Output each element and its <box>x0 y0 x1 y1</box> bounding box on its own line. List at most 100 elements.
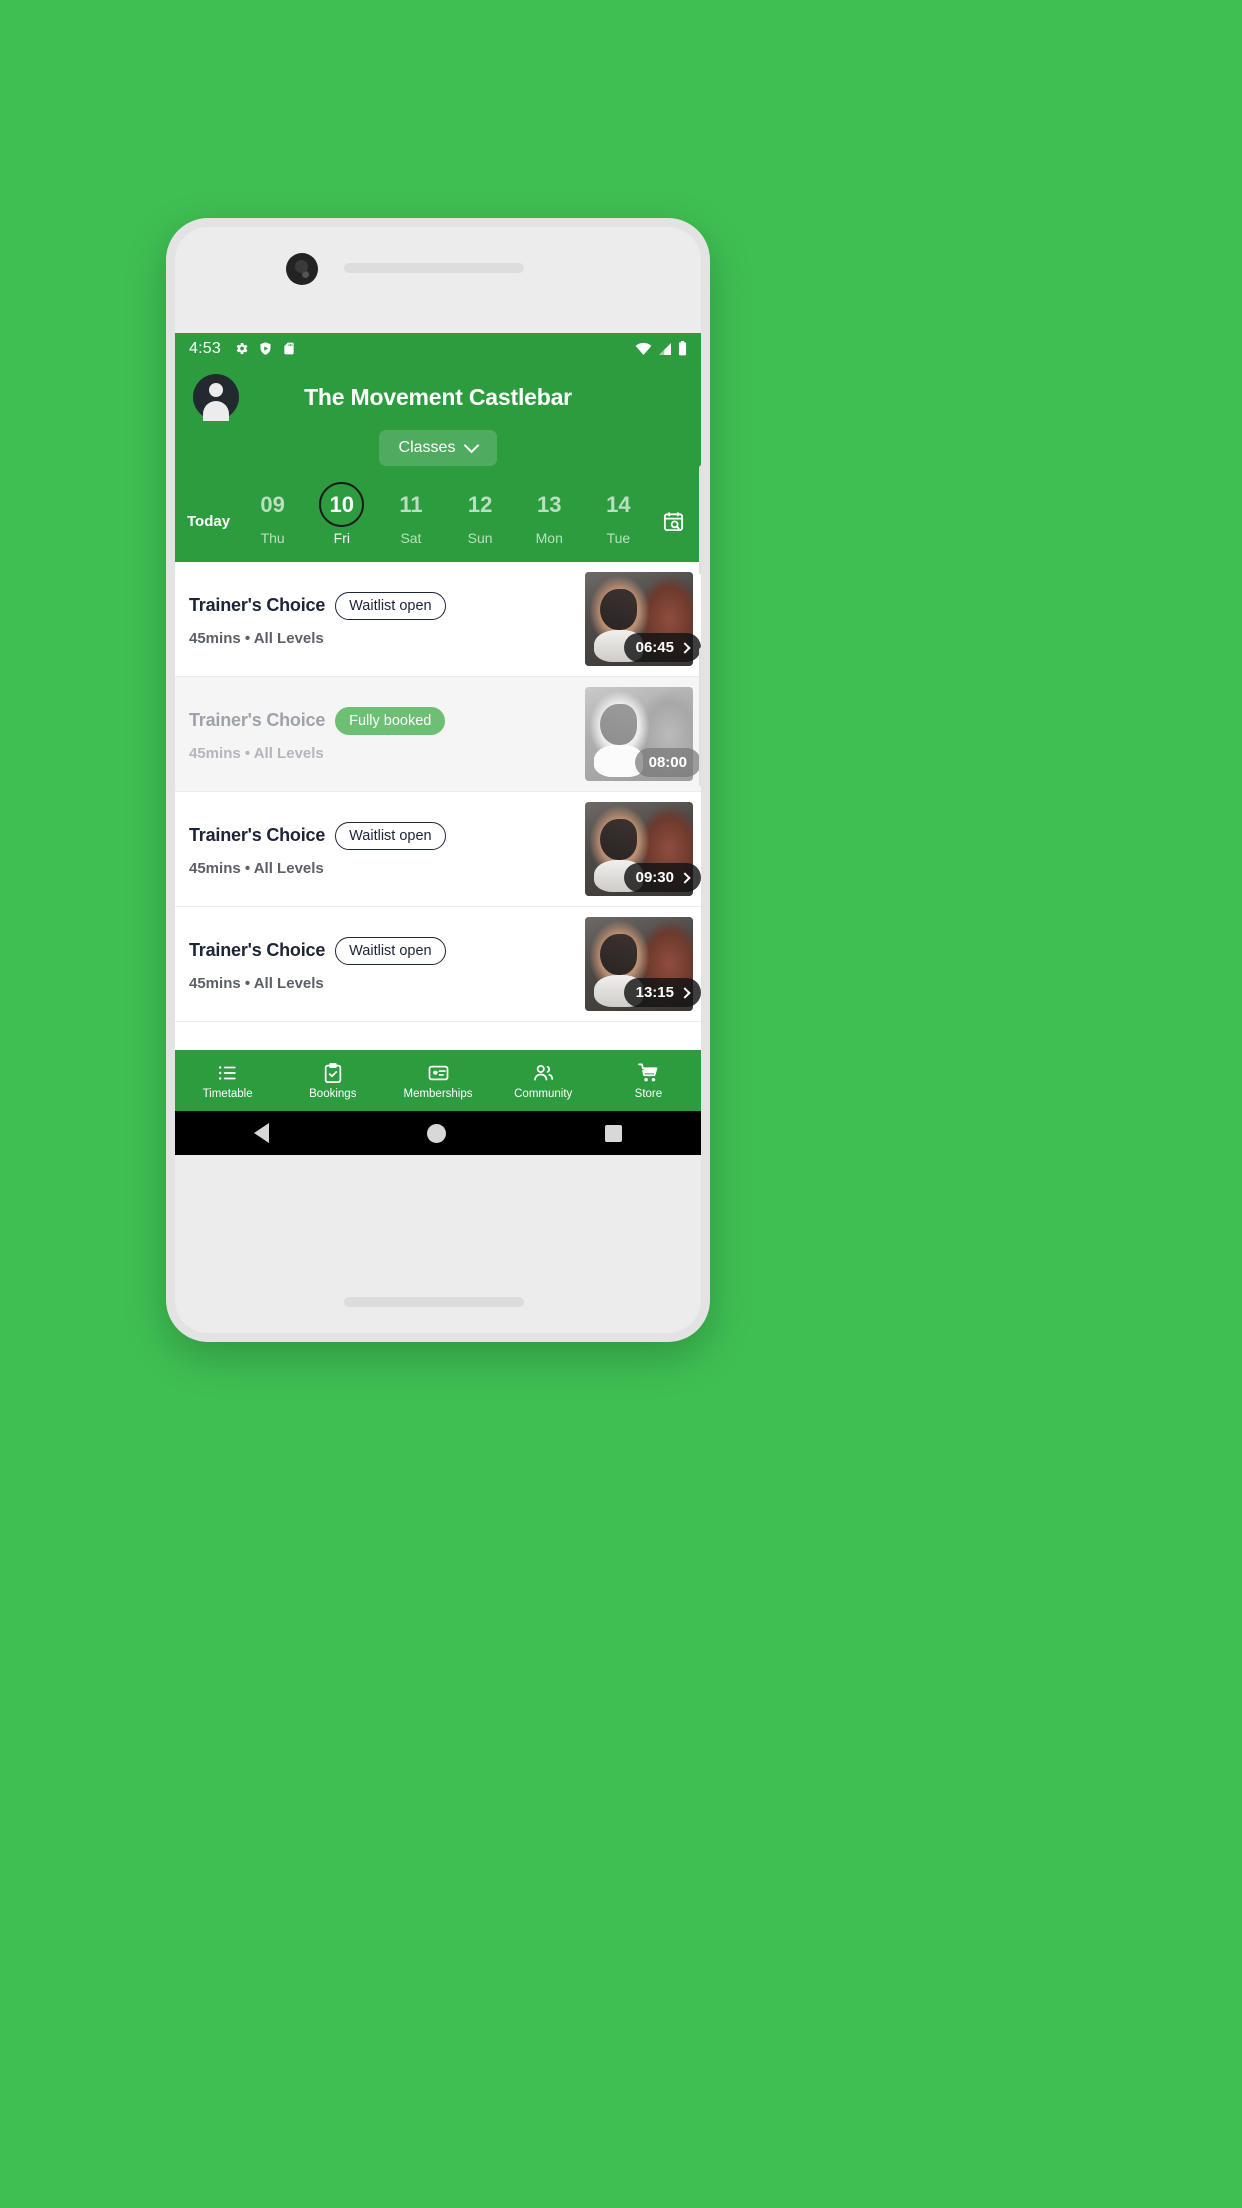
header-title-row: The Movement Castlebar <box>175 364 701 424</box>
battery-icon <box>678 341 687 356</box>
nav-item-community[interactable]: Community <box>491 1062 596 1100</box>
home-circle-icon[interactable] <box>427 1123 447 1143</box>
nav-item-bookings[interactable]: Bookings <box>280 1062 385 1100</box>
shield-play-icon <box>260 342 271 355</box>
class-time: 09:30 <box>635 869 674 886</box>
class-time: 06:45 <box>635 639 674 656</box>
class-subtitle: 45mins • All Levels <box>189 859 324 877</box>
clipboard-check-icon <box>324 1062 342 1083</box>
class-info: Trainer's Choice Fully booked 45mins • A… <box>189 706 585 762</box>
class-row[interactable]: Trainer's Choice Waitlist open 45mins • … <box>175 792 701 907</box>
card-star-icon <box>428 1065 448 1080</box>
date-number: 10 <box>329 491 355 517</box>
list-icon <box>219 1065 236 1080</box>
signal-icon <box>659 342 671 355</box>
date-number: 12 <box>467 491 493 517</box>
class-list: Trainer's Choice Waitlist open 45mins • … <box>175 562 701 1022</box>
date-cell-10[interactable]: 10 Fri <box>307 482 376 546</box>
date-cell-11[interactable]: 11 Sat <box>376 482 445 547</box>
nav-item-timetable[interactable]: Timetable <box>175 1062 280 1100</box>
status-badge: Fully booked <box>335 706 446 735</box>
class-time-pill[interactable]: 09:30 <box>623 863 701 892</box>
class-row: Trainer's Choice Fully booked 45mins • A… <box>175 677 701 792</box>
class-title-row: Trainer's Choice Waitlist open <box>189 591 585 620</box>
class-title: Trainer's Choice <box>189 825 326 845</box>
nav-label: Timetable <box>202 1087 253 1100</box>
bottom-navigation: Timetable Bookings Memberships Community… <box>175 1050 701 1111</box>
nav-label: Community <box>514 1087 573 1100</box>
class-time-pill[interactable]: 13:15 <box>623 978 701 1007</box>
date-num-wrap: 14 <box>596 482 641 527</box>
date-cell-12[interactable]: 12 Sun <box>446 482 515 547</box>
status-badge: Waitlist open <box>335 821 446 850</box>
class-time: 08:00 <box>648 754 687 771</box>
date-weekday: Sat <box>400 530 422 546</box>
class-subtitle: 45mins • All Levels <box>189 974 324 992</box>
date-cell-14[interactable]: 14 Tue <box>584 482 653 547</box>
home-indicator-bar <box>344 1297 524 1307</box>
class-time: 13:15 <box>635 984 674 1001</box>
class-info: Trainer's Choice Waitlist open 45mins • … <box>189 591 585 647</box>
status-badge: Waitlist open <box>335 591 446 620</box>
date-num-wrap: 12 <box>458 482 503 527</box>
class-subtitle: 45mins • All Levels <box>189 629 324 647</box>
avatar[interactable] <box>193 374 239 421</box>
class-title: Trainer's Choice <box>189 595 326 615</box>
classes-filter-label: Classes <box>398 439 456 456</box>
nav-item-memberships[interactable]: Memberships <box>385 1062 490 1100</box>
class-title: Trainer's Choice <box>189 710 326 730</box>
app-header: The Movement Castlebar Classes Today 09 … <box>175 364 701 562</box>
phone-frame: 4:53 The Movement Castlebar Classes Toda… <box>166 218 710 1342</box>
status-bar: 4:53 <box>175 333 701 364</box>
gear-icon <box>236 342 248 355</box>
date-weekday: Thu <box>260 530 285 546</box>
front-camera-icon <box>286 253 318 285</box>
date-weekday: Tue <box>606 530 631 546</box>
classes-filter-dropdown[interactable]: Classes <box>378 430 498 466</box>
page-title: The Movement Castlebar <box>304 383 572 410</box>
class-subtitle: 45mins • All Levels <box>189 744 324 762</box>
chevron-right-icon <box>679 641 691 654</box>
date-num-wrap: 11 <box>388 482 433 527</box>
date-weekday: Sun <box>467 530 493 546</box>
class-time-pill: 08:00 <box>634 748 701 777</box>
nav-item-store[interactable]: Store <box>596 1062 701 1100</box>
shopping-cart-icon <box>638 1063 658 1082</box>
calendar-search-button[interactable] <box>653 496 693 533</box>
class-row[interactable]: Trainer's Choice Waitlist open 45mins • … <box>175 907 701 1022</box>
class-title-row: Trainer's Choice Fully booked <box>189 706 585 735</box>
calendar-search-icon <box>663 511 683 531</box>
date-number: 09 <box>260 491 285 517</box>
android-navigation-bar <box>175 1111 701 1155</box>
date-num-wrap: 09 <box>250 482 295 527</box>
chevron-right-icon <box>679 986 691 999</box>
date-number: 11 <box>399 491 423 517</box>
date-weekday: Fri <box>333 530 350 546</box>
class-time-pill[interactable]: 06:45 <box>623 633 701 662</box>
earpiece-speaker <box>344 263 524 273</box>
status-bar-system-icons <box>635 341 687 356</box>
nav-label: Bookings <box>309 1087 357 1100</box>
volume-button[interactable] <box>699 647 701 787</box>
date-strip: Today 09 Thu 10 Fri 11 Sat 12 Sun 13 Mon… <box>175 478 701 562</box>
power-button[interactable] <box>699 465 701 575</box>
chevron-down-icon <box>464 437 480 454</box>
date-cell-09[interactable]: 09 Thu <box>238 482 307 547</box>
recents-square-icon[interactable] <box>604 1124 622 1142</box>
status-bar-notification-icons <box>234 341 296 356</box>
date-weekday: Mon <box>535 530 563 546</box>
class-row[interactable]: Trainer's Choice Waitlist open 45mins • … <box>175 562 701 677</box>
class-title-row: Trainer's Choice Waitlist open <box>189 936 585 965</box>
people-icon <box>533 1064 553 1080</box>
filter-row: Classes <box>175 424 701 478</box>
class-title: Trainer's Choice <box>189 940 326 960</box>
back-triangle-icon[interactable] <box>254 1123 270 1143</box>
class-info: Trainer's Choice Waitlist open 45mins • … <box>189 936 585 992</box>
today-label[interactable]: Today <box>187 498 230 530</box>
date-num-wrap: 13 <box>527 482 572 527</box>
date-number: 13 <box>537 491 562 517</box>
chevron-right-icon <box>679 871 691 884</box>
date-number: 14 <box>606 491 631 517</box>
nav-label: Memberships <box>403 1087 473 1100</box>
date-cell-13[interactable]: 13 Mon <box>515 482 584 547</box>
